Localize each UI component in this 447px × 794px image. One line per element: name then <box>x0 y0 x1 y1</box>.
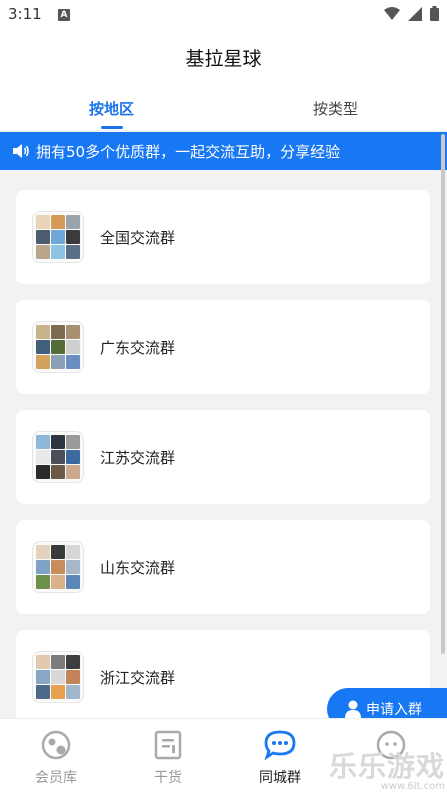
signal-icon <box>408 6 422 21</box>
document-icon <box>112 729 224 761</box>
battery-icon <box>430 6 439 21</box>
tab-by-type[interactable]: 按类型 <box>224 98 447 119</box>
speaker-icon <box>12 143 30 159</box>
nav-city-groups[interactable]: 同城群 <box>224 729 336 787</box>
notice-banner: 拥有50多个优质群，一起交流互助，分享经验 <box>0 132 447 170</box>
nav-label: 干货 <box>154 770 182 786</box>
group-name: 浙江交流群 <box>100 669 176 687</box>
active-tab-indicator <box>101 126 123 129</box>
group-name: 广东交流群 <box>100 339 176 357</box>
watermark: 乐乐游戏 www.6lt.com <box>329 745 445 792</box>
header: 基拉星球 按地区 按类型 <box>0 30 447 130</box>
user-icon <box>345 700 361 718</box>
system-icons <box>384 6 439 21</box>
status-time: 3:11 <box>8 5 42 23</box>
wifi-icon <box>384 6 400 20</box>
member-icon <box>0 729 112 761</box>
group-card-national[interactable]: 全国交流群 <box>16 190 430 284</box>
group-card-guangdong[interactable]: 广东交流群 <box>16 300 430 394</box>
nav-label: 同城群 <box>259 770 301 786</box>
notification-icon: A <box>58 9 70 21</box>
group-avatar <box>32 651 84 703</box>
nav-articles[interactable]: 干货 <box>112 729 224 787</box>
scrollbar[interactable] <box>441 134 445 654</box>
group-name: 江苏交流群 <box>100 449 176 467</box>
nav-member-library[interactable]: 会员库 <box>0 729 112 787</box>
tab-by-region[interactable]: 按地区 <box>0 98 223 119</box>
page-title: 基拉星球 <box>185 48 262 70</box>
chat-icon <box>224 729 336 761</box>
nav-label: 会员库 <box>35 770 77 786</box>
group-card-jiangsu[interactable]: 江苏交流群 <box>16 410 430 504</box>
group-name: 全国交流群 <box>100 229 176 247</box>
group-avatar <box>32 541 84 593</box>
status-bar: 3:11 A <box>0 0 447 30</box>
watermark-text: 乐乐游戏 <box>328 750 445 783</box>
group-avatar <box>32 211 84 263</box>
group-list: 全国交流群 广东交流群 江苏交流群 山东交流群 浙江交流群 <box>0 172 447 718</box>
group-card-shandong[interactable]: 山东交流群 <box>16 520 430 614</box>
group-name: 山东交流群 <box>100 559 176 577</box>
banner-text: 拥有50多个优质群，一起交流互助，分享经验 <box>36 142 341 161</box>
group-avatar <box>32 321 84 373</box>
group-avatar <box>32 431 84 483</box>
apply-join-label: 申请入群 <box>366 702 422 718</box>
